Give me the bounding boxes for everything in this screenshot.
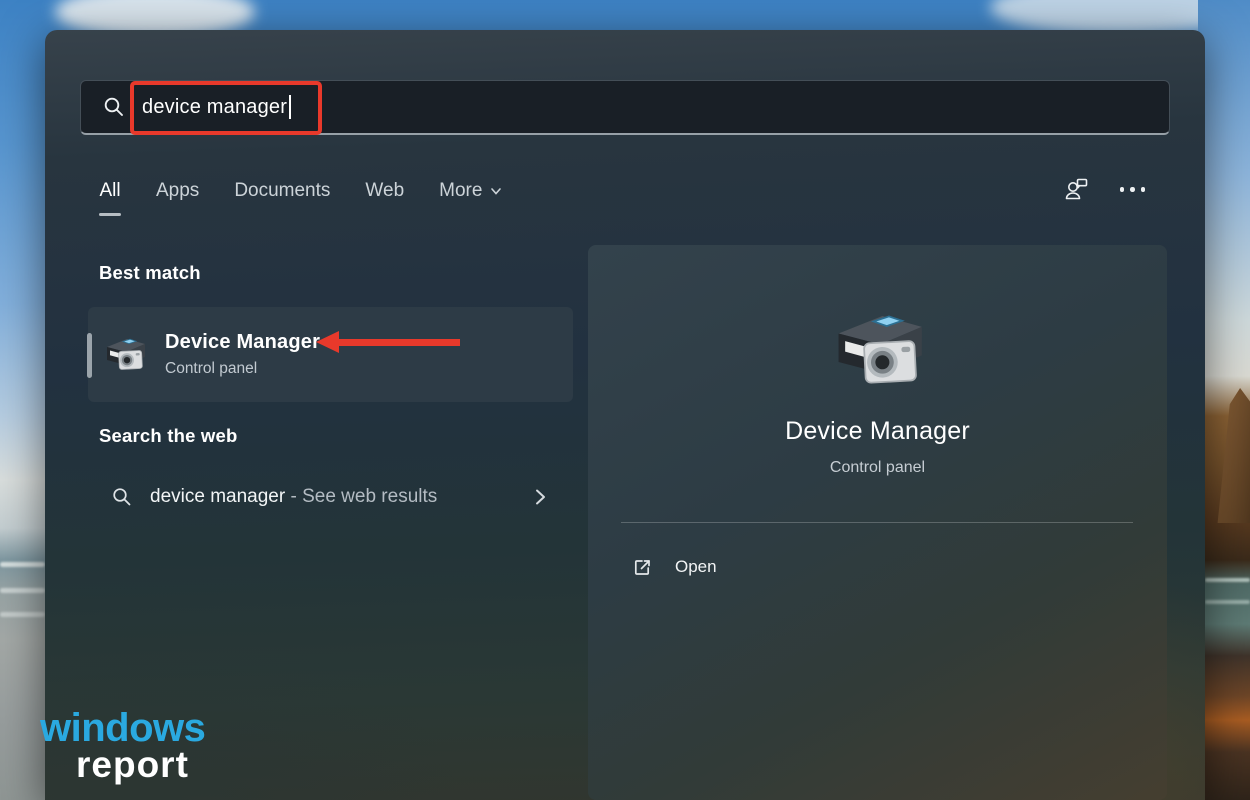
preview-subtitle: Control panel [588,459,1167,477]
web-search-heading: Search the web [99,425,238,447]
tab-apps-label: Apps [156,178,199,204]
search-flyout-panel: device manager All Apps Documents Web Mo… [45,30,1205,800]
desktop: device manager All Apps Documents Web Mo… [0,0,1250,800]
person-chat-icon [1063,176,1090,203]
result-subtitle: Control panel [165,360,320,378]
text-caret [289,95,291,119]
wave-foam [1205,578,1250,582]
open-button[interactable]: Open [618,543,731,591]
best-match-heading: Best match [99,262,201,284]
search-filter-tabs: All Apps Documents Web More [99,178,503,216]
open-button-label: Open [675,557,717,577]
selected-tab-indicator [99,213,121,216]
wave-foam [1205,600,1250,604]
logo-line1: windows [40,708,205,748]
web-result-annotation: - See web results [285,486,437,507]
scrollbar-thumb[interactable] [87,333,92,378]
search-input[interactable]: device manager [80,80,1170,135]
divider [621,522,1133,523]
open-external-icon [632,557,653,578]
device-manager-icon-large [828,305,928,397]
tab-apps[interactable]: Apps [156,178,199,204]
tab-more[interactable]: More [439,178,503,204]
wave-foam [0,562,45,567]
search-icon [102,95,126,119]
chevron-right-icon[interactable] [531,487,549,507]
preview-pane: Device Manager Control panel Open [588,245,1167,800]
tab-web-label: Web [365,178,404,204]
wave-foam [0,612,45,617]
feedback-account-button[interactable] [1063,176,1090,203]
tab-all-label: All [99,178,120,204]
device-manager-icon [103,334,147,376]
wave-foam [0,588,45,593]
more-options-button[interactable] [1118,181,1148,198]
search-query-text[interactable]: device manager [142,96,287,119]
logo-line2: report [76,746,205,783]
tab-more-label: More [439,178,482,204]
windows-report-logo: windows report [40,708,205,783]
search-icon [111,486,133,508]
tab-documents-label: Documents [234,178,330,204]
tab-all[interactable]: All [99,178,121,216]
web-result-text: device manager - See web results [150,486,437,508]
chevron-down-icon [489,184,503,198]
result-text: Device Manager Control panel [165,331,320,378]
preview-title: Device Manager [588,417,1167,446]
web-search-result[interactable]: device manager - See web results [88,468,573,526]
best-match-result[interactable]: Device Manager Control panel [88,307,573,402]
search-header-actions [1063,176,1148,203]
ellipsis-icon [1120,187,1125,192]
tab-web[interactable]: Web [365,178,404,204]
result-title: Device Manager [165,331,320,354]
tab-documents[interactable]: Documents [234,178,330,204]
web-result-query: device manager [150,486,285,507]
